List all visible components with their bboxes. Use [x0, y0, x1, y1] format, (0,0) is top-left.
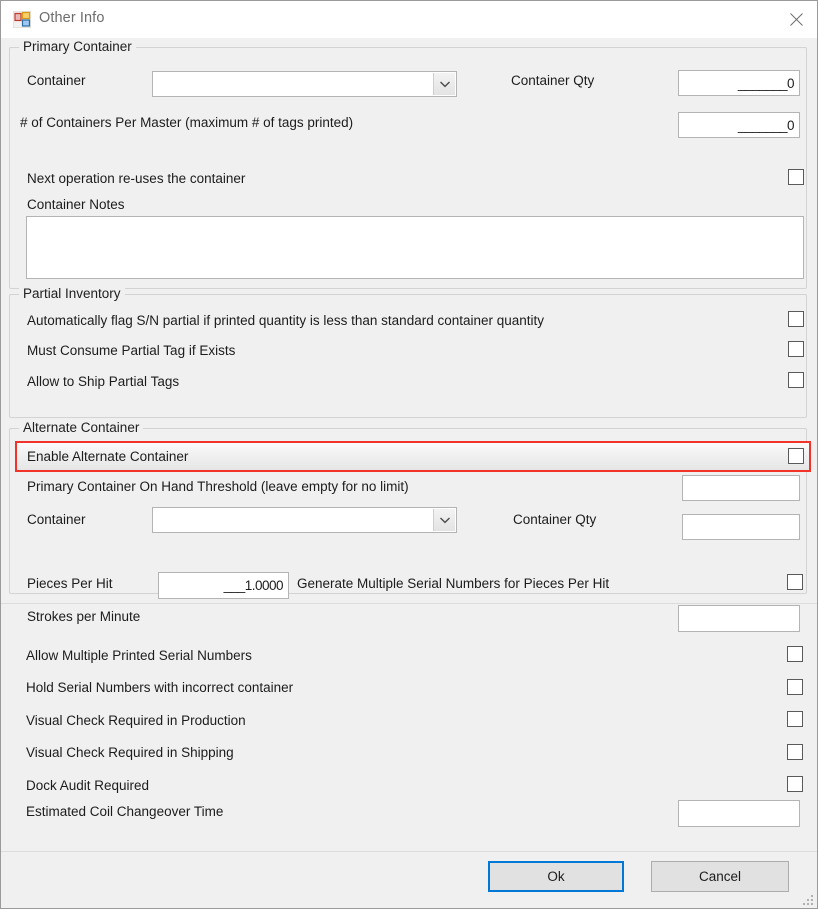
group-primary-container-title: Primary Container [19, 39, 136, 54]
checkbox-hold-serials-incorrect-container[interactable] [787, 679, 803, 695]
label-auto-flag-partial: Automatically flag S/N partial if printe… [27, 313, 545, 328]
chevron-down-icon[interactable] [433, 509, 455, 531]
label-on-hand-threshold: Primary Container On Hand Threshold (lea… [27, 479, 409, 494]
label-next-operation-reuses: Next operation re-uses the container [27, 171, 246, 186]
checkbox-next-operation-reuses[interactable] [788, 169, 804, 185]
close-icon[interactable] [773, 1, 817, 37]
ok-button-label: Ok [547, 869, 565, 884]
checkbox-auto-flag-partial[interactable] [788, 311, 804, 327]
label-allow-ship-partial: Allow to Ship Partial Tags [27, 374, 180, 389]
alternate-container-qty-input[interactable] [682, 514, 800, 540]
container-qty-input[interactable]: _______0 [678, 70, 800, 96]
label-enable-alternate-container: Enable Alternate Container [27, 449, 189, 464]
label-container-notes: Container Notes [27, 197, 125, 212]
checkbox-allow-multiple-printed-serials[interactable] [787, 646, 803, 662]
title-bar: Other Info [1, 1, 817, 38]
cancel-button-label: Cancel [698, 869, 742, 884]
label-container-qty: Container Qty [511, 73, 595, 88]
label-primary-container: Container [27, 73, 86, 88]
group-alternate-container-title: Alternate Container [19, 420, 144, 435]
checkbox-visual-check-shipping[interactable] [787, 744, 803, 760]
checkbox-visual-check-production[interactable] [787, 711, 803, 727]
checkbox-enable-alternate-container[interactable] [788, 448, 804, 464]
label-dock-audit-required: Dock Audit Required [26, 778, 150, 793]
checkbox-dock-audit-required[interactable] [787, 776, 803, 792]
label-visual-check-shipping: Visual Check Required in Shipping [26, 745, 234, 760]
window-title: Other Info [39, 10, 105, 26]
on-hand-threshold-input[interactable] [682, 475, 800, 501]
section-divider [1, 603, 817, 604]
footer-divider [1, 851, 817, 852]
containers-per-master-value: _______0 [737, 117, 795, 133]
label-strokes-per-minute: Strokes per Minute [27, 609, 141, 624]
label-estimated-coil-changeover: Estimated Coil Changeover Time [26, 804, 224, 819]
label-alternate-container-qty: Container Qty [513, 512, 597, 527]
chevron-down-icon[interactable] [433, 73, 455, 95]
label-pieces-per-hit: Pieces Per Hit [27, 576, 113, 591]
label-hold-serials-incorrect-container: Hold Serial Numbers with incorrect conta… [26, 680, 294, 695]
checkbox-generate-multiple-serials[interactable] [787, 574, 803, 590]
windows-form-icon [12, 10, 32, 29]
pieces-per-hit-input[interactable]: ___1.0000 [158, 572, 289, 599]
containers-per-master-input[interactable]: _______0 [678, 112, 800, 138]
ok-button[interactable]: Ok [488, 861, 624, 892]
container-notes-textarea[interactable] [26, 216, 804, 279]
primary-container-combo[interactable] [152, 71, 457, 97]
strokes-per-minute-input[interactable] [678, 605, 800, 632]
group-partial-inventory-title: Partial Inventory [19, 286, 125, 301]
other-info-dialog: Other Info Primary Container Container C… [0, 0, 818, 909]
checkbox-must-consume-partial[interactable] [788, 341, 804, 357]
container-qty-value: _______0 [737, 75, 795, 91]
label-containers-per-master: # of Containers Per Master (maximum # of… [20, 115, 354, 130]
resize-grip[interactable] [802, 893, 814, 905]
checkbox-allow-ship-partial[interactable] [788, 372, 804, 388]
label-visual-check-production: Visual Check Required in Production [26, 713, 246, 728]
label-must-consume-partial: Must Consume Partial Tag if Exists [27, 343, 236, 358]
pieces-per-hit-value: ___1.0000 [223, 578, 284, 593]
estimated-coil-changeover-input[interactable] [678, 800, 800, 827]
label-allow-multiple-printed-serials: Allow Multiple Printed Serial Numbers [26, 648, 252, 663]
dialog-body: Primary Container Container Container Qt… [1, 38, 817, 908]
cancel-button[interactable]: Cancel [651, 861, 789, 892]
alternate-container-combo[interactable] [152, 507, 457, 533]
label-generate-multiple-serials: Generate Multiple Serial Numbers for Pie… [297, 576, 610, 591]
label-alternate-container: Container [27, 512, 86, 527]
